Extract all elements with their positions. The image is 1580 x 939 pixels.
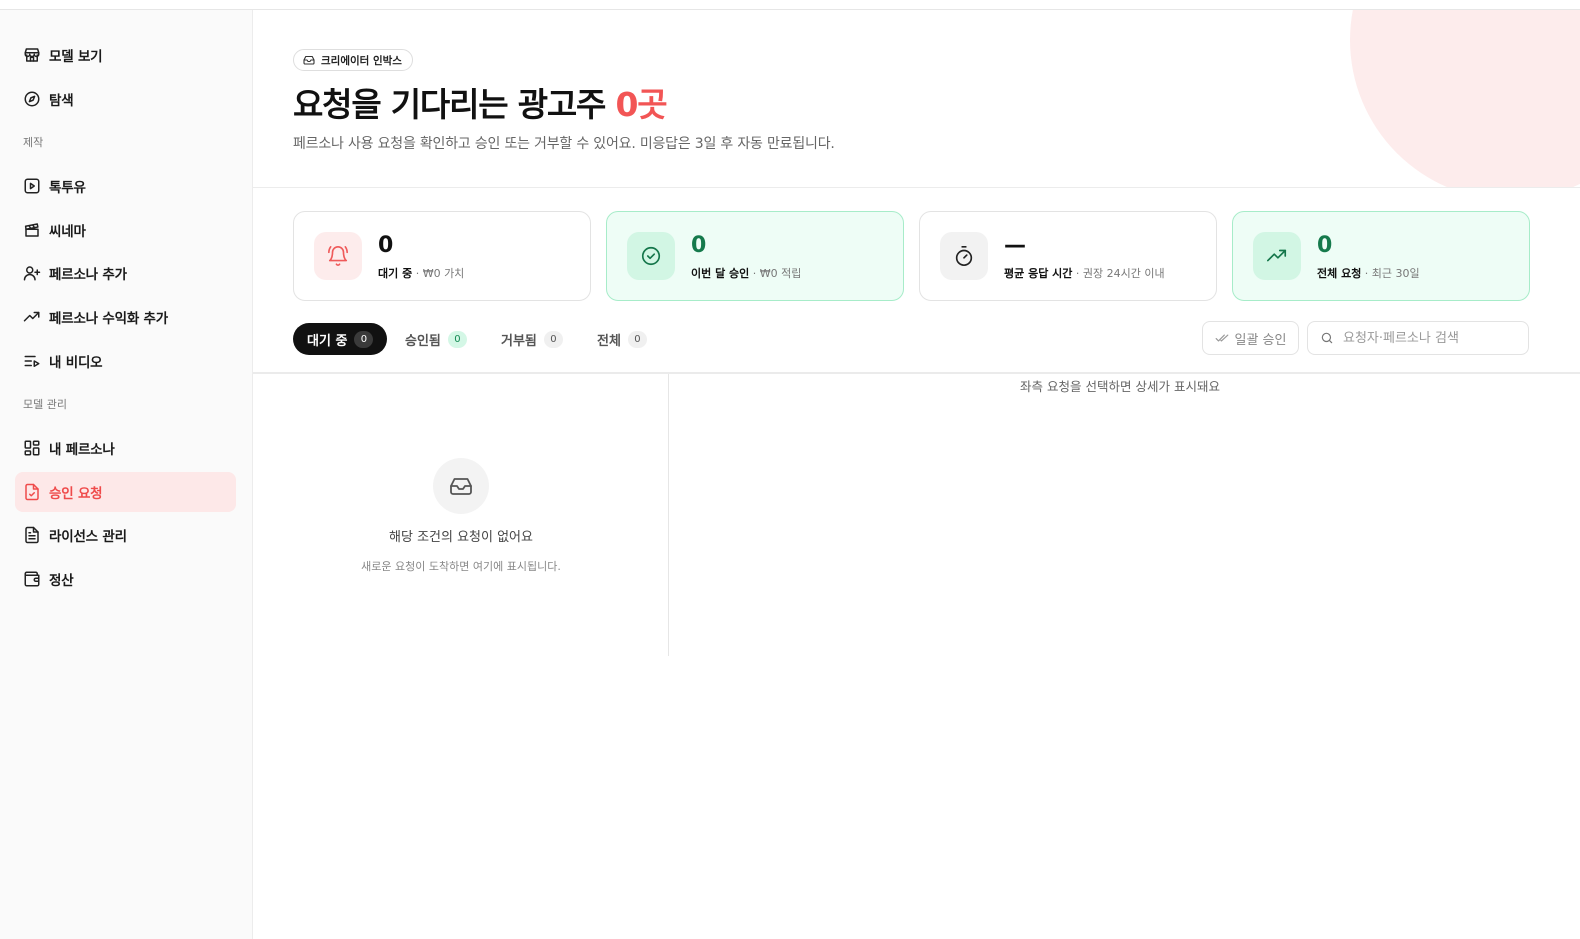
tab-approved[interactable]: 승인됨 0 bbox=[391, 323, 481, 355]
sidebar-item-label: 탐색 bbox=[49, 93, 74, 109]
list-video-icon bbox=[23, 352, 41, 370]
compass-icon bbox=[23, 90, 41, 108]
hero-header: 크리에이터 인박스 요청을 기다리는 광고주 0곳 페르소나 사용 요청을 확인… bbox=[253, 10, 1580, 188]
inbox-icon bbox=[433, 458, 489, 514]
wallet-icon bbox=[23, 570, 41, 588]
tab-rejected[interactable]: 거부됨 0 bbox=[487, 323, 577, 355]
sidebar: 모델 보기 탐색 제작 톡투유 씨네마 페르소나 추가 페르소나 수익화 추가 bbox=[0, 10, 253, 939]
sidebar-item-label: 승인 요청 bbox=[49, 486, 103, 502]
sidebar-item-talk-to-you[interactable]: 톡투유 bbox=[15, 166, 236, 206]
layout-grid-icon bbox=[23, 439, 41, 457]
sidebar-item-settlement[interactable]: 정산 bbox=[15, 559, 236, 599]
main-content: 크리에이터 인박스 요청을 기다리는 광고주 0곳 페르소나 사용 요청을 확인… bbox=[253, 10, 1580, 939]
page-subtitle: 페르소나 사용 요청을 확인하고 승인 또는 거부할 수 있어요. 미응답은 3… bbox=[293, 136, 835, 152]
user-plus-icon bbox=[23, 264, 41, 282]
check-circle-icon bbox=[627, 232, 675, 280]
creator-inbox-badge: 크리에이터 인박스 bbox=[293, 49, 413, 71]
trending-up-icon bbox=[23, 308, 41, 326]
tab-count-badge: 0 bbox=[354, 330, 374, 348]
sidebar-item-explore[interactable]: 탐색 bbox=[15, 79, 236, 119]
empty-state-title: 해당 조건의 요청이 없어요 bbox=[389, 530, 533, 545]
stat-meta: 이번 달 승인 · ₩0 적립 bbox=[691, 267, 802, 280]
sidebar-item-add-persona[interactable]: 페르소나 추가 bbox=[15, 253, 236, 293]
store-icon bbox=[23, 46, 41, 64]
sidebar-section-model-management: 모델 관리 bbox=[23, 398, 67, 411]
search-icon bbox=[1320, 331, 1334, 345]
sidebar-item-label: 내 페르소나 bbox=[49, 442, 115, 458]
play-square-icon bbox=[23, 177, 41, 195]
stat-meta: 전체 요청 · 최근 30일 bbox=[1317, 267, 1420, 280]
top-bar bbox=[0, 0, 1580, 10]
page-title: 요청을 기다리는 광고주 0곳 bbox=[293, 85, 668, 124]
sidebar-item-cinema[interactable]: 씨네마 bbox=[15, 210, 236, 250]
sidebar-item-label: 씨네마 bbox=[49, 224, 86, 240]
file-check-icon bbox=[23, 483, 41, 501]
stat-value: 0 bbox=[378, 233, 394, 258]
stat-value: 0 bbox=[1317, 233, 1333, 258]
tab-all[interactable]: 전체 0 bbox=[583, 323, 661, 355]
check-check-icon bbox=[1215, 331, 1229, 345]
sidebar-item-label: 페르소나 수익화 추가 bbox=[49, 311, 168, 327]
stat-card-total-requests: 0 전체 요청 · 최근 30일 bbox=[1232, 211, 1530, 301]
search-box[interactable] bbox=[1307, 321, 1529, 355]
sidebar-item-approval-requests[interactable]: 승인 요청 bbox=[15, 472, 236, 512]
tab-count-badge: 0 bbox=[627, 330, 647, 348]
sidebar-item-my-videos[interactable]: 내 비디오 bbox=[15, 341, 236, 381]
sidebar-item-label: 페르소나 추가 bbox=[49, 267, 127, 283]
decorative-circle bbox=[1350, 10, 1580, 187]
sidebar-item-label: 내 비디오 bbox=[49, 355, 103, 371]
stat-value: 0 bbox=[691, 233, 707, 258]
request-list-pane: 해당 조건의 요청이 없어요 새로운 요청이 도착하면 여기에 표시됩니다. bbox=[253, 374, 669, 656]
stat-meta: 평균 응답 시간 · 권장 24시간 이내 bbox=[1004, 267, 1165, 280]
sidebar-item-my-persona[interactable]: 내 페르소나 bbox=[15, 428, 236, 468]
sidebar-section-create: 제작 bbox=[23, 136, 44, 149]
sidebar-item-model-view[interactable]: 모델 보기 bbox=[15, 35, 236, 75]
trending-up-icon bbox=[1253, 232, 1301, 280]
stat-card-avg-response: — 평균 응답 시간 · 권장 24시간 이내 bbox=[919, 211, 1217, 301]
pending-advertiser-count: 0곳 bbox=[615, 85, 667, 124]
timer-icon bbox=[940, 232, 988, 280]
tab-count-badge: 0 bbox=[447, 330, 467, 348]
bulk-approve-button[interactable]: 일괄 승인 bbox=[1202, 321, 1299, 355]
file-text-icon bbox=[23, 526, 41, 544]
inbox-icon bbox=[303, 54, 315, 66]
stat-card-pending: 0 대기 중 · ₩0 가치 bbox=[293, 211, 591, 301]
stat-meta: 대기 중 · ₩0 가치 bbox=[378, 267, 465, 280]
detail-empty-hint: 좌측 요청을 선택하면 상세가 표시돼요 bbox=[1020, 379, 1220, 394]
stat-value: — bbox=[1004, 233, 1026, 258]
sidebar-item-label: 라이선스 관리 bbox=[49, 529, 127, 545]
sidebar-item-persona-monetize[interactable]: 페르소나 수익화 추가 bbox=[15, 297, 236, 337]
sidebar-item-label: 정산 bbox=[49, 573, 74, 589]
search-input[interactable] bbox=[1343, 330, 1513, 346]
sidebar-item-label: 톡투유 bbox=[49, 180, 86, 196]
bell-ring-icon bbox=[314, 232, 362, 280]
stat-card-approved-month: 0 이번 달 승인 · ₩0 적립 bbox=[606, 211, 904, 301]
sidebar-item-label: 모델 보기 bbox=[49, 49, 103, 65]
sidebar-item-license-management[interactable]: 라이선스 관리 bbox=[15, 515, 236, 555]
tab-count-badge: 0 bbox=[543, 330, 563, 348]
clapperboard-icon bbox=[23, 221, 41, 239]
empty-state-subtitle: 새로운 요청이 도착하면 여기에 표시됩니다. bbox=[361, 560, 561, 573]
tab-pending[interactable]: 대기 중 0 bbox=[293, 323, 388, 355]
